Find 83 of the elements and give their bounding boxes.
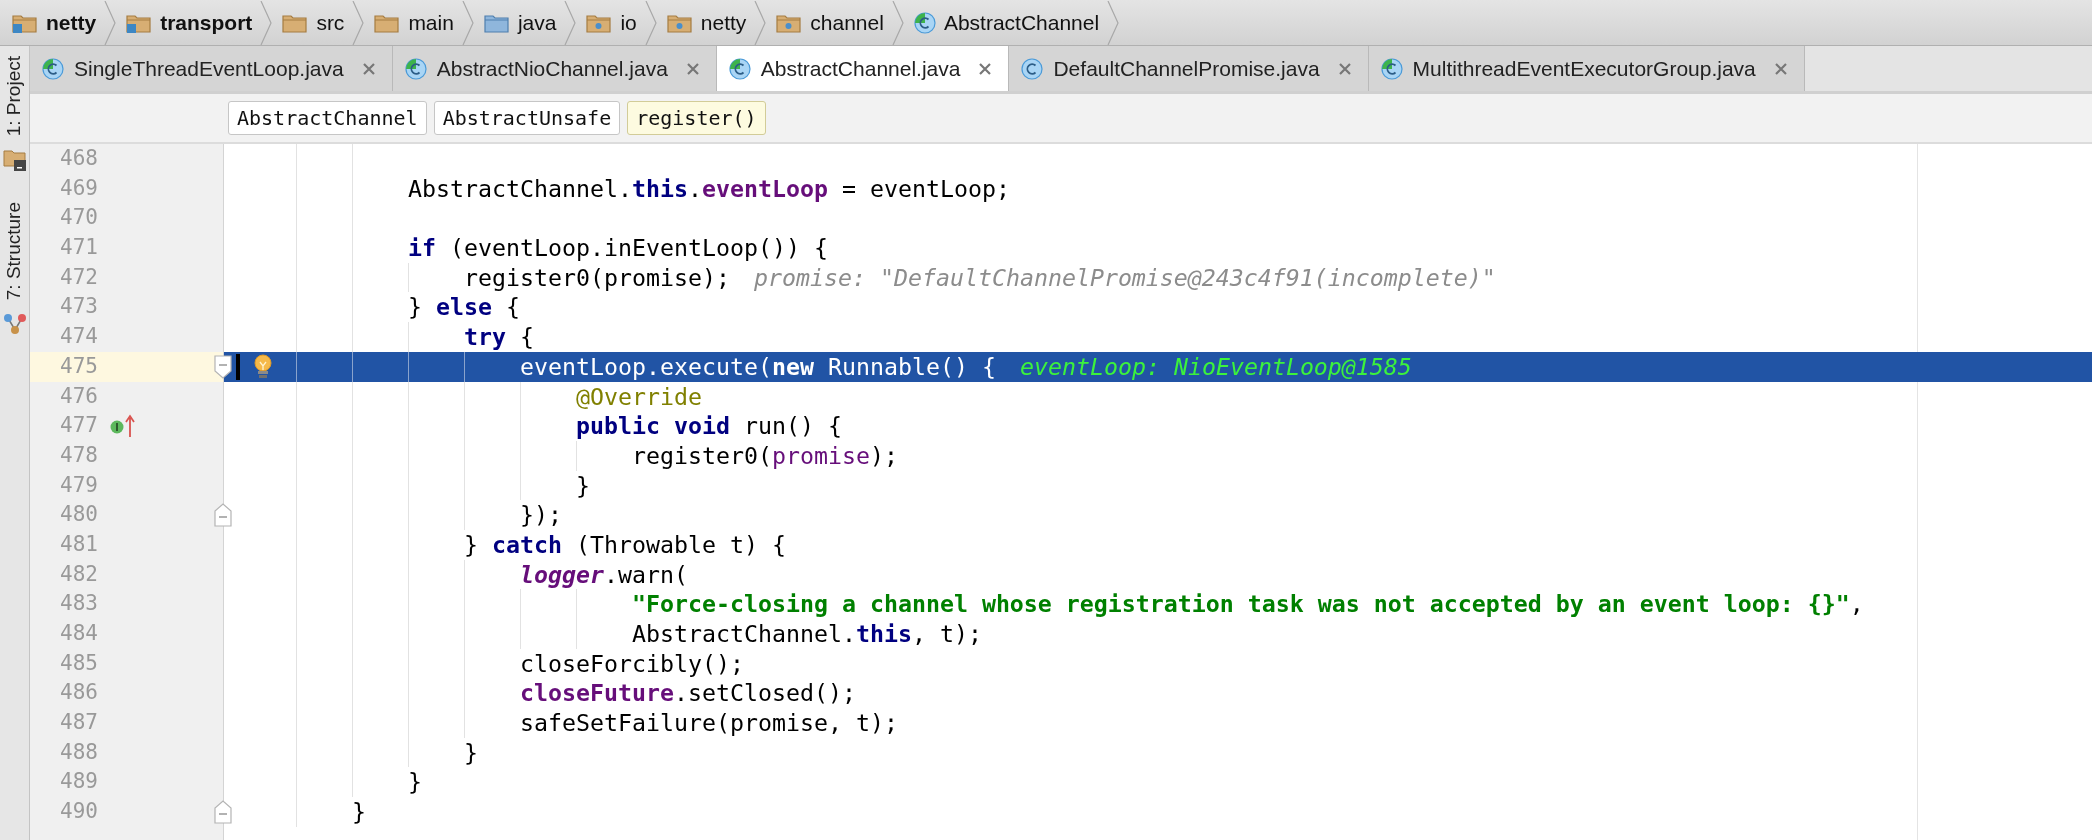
- line-number: 482: [59, 560, 98, 588]
- line-number: 489: [59, 768, 98, 796]
- line-number: 488: [59, 738, 98, 766]
- close-icon[interactable]: [685, 61, 700, 76]
- editor-tab[interactable]: AbstractChannel.java: [716, 46, 1010, 91]
- close-icon[interactable]: [978, 61, 993, 76]
- breadcrumb-item[interactable]: main: [370, 6, 458, 39]
- tool-window-button[interactable]: 7: Structure: [0, 202, 29, 301]
- line-number: 479: [59, 471, 98, 499]
- class-icon: [913, 11, 936, 34]
- breadcrumb-item[interactable]: AbstractChannel: [909, 6, 1104, 39]
- line-number: 483: [59, 590, 98, 618]
- code-line: });: [519, 500, 562, 530]
- breadcrumb-item[interactable]: netty: [8, 6, 101, 39]
- code-line: eventLoop.execute(new Runnable() {: [519, 351, 996, 382]
- code-line: }: [463, 737, 478, 768]
- code-line: "Force-closing a channel whose registration task was not accepted by an event loop: {}",: [631, 589, 1864, 619]
- line-number: 468: [59, 145, 98, 172]
- line-number: 471: [59, 234, 98, 262]
- class-icon: [42, 57, 64, 80]
- breadcrumb-item[interactable]: src: [278, 6, 349, 39]
- line-number: 490: [59, 798, 98, 826]
- inline-value-hint: promise: "DefaultChannelPromise@243c4f91(incomplete)": [753, 262, 1496, 293]
- structure-path-button[interactable]: AbstractUnsafe: [433, 101, 621, 135]
- line-number: 476: [59, 382, 98, 410]
- code-line: closeFuture.setClosed();: [519, 678, 856, 709]
- lightbulb-icon[interactable]: [252, 353, 274, 380]
- breadcrumb-item[interactable]: transport: [122, 6, 257, 39]
- structure-path-button[interactable]: AbstractChannel: [228, 101, 427, 135]
- class-icon: [1021, 57, 1044, 80]
- fold-marker-icon[interactable]: [214, 503, 232, 528]
- code-line: AbstractChannel.this.eventLoop = eventLoop;: [408, 173, 1010, 204]
- code-line: } else {: [408, 292, 520, 323]
- code-line: closeForcibly();: [519, 648, 744, 679]
- line-number: 475: [59, 352, 98, 380]
- code-line: try {: [463, 322, 534, 352]
- editor-tab[interactable]: AbstractNioChannel.java: [392, 46, 717, 91]
- code-line: } catch (Throwable t) {: [463, 529, 786, 560]
- inline-value-hint: eventLoop: NioEventLoop@1585: [1019, 351, 1412, 382]
- breadcrumb-item[interactable]: java: [479, 6, 561, 39]
- code-line: safeSetFailure(promise, t);: [519, 708, 898, 738]
- breadcrumb-item[interactable]: io: [582, 6, 641, 39]
- code-line: @Override: [575, 381, 702, 412]
- code-line: logger.warn(: [519, 559, 688, 590]
- close-icon[interactable]: [1337, 61, 1352, 76]
- implementation-marker-icon[interactable]: [110, 414, 136, 439]
- line-number: 484: [59, 620, 98, 647]
- code-line: register0(promise);: [463, 262, 730, 293]
- class-icon: [404, 57, 427, 80]
- editor-tab[interactable]: DefaultChannelPromise.java: [1009, 46, 1369, 91]
- line-number: 486: [59, 679, 98, 707]
- code-line: }: [408, 767, 422, 798]
- editor-tab[interactable]: MultithreadEventExecutorGroup.java: [1368, 46, 1805, 91]
- line-number: 472: [59, 263, 98, 291]
- code-line: }: [575, 470, 590, 501]
- folder-icon: [2, 148, 27, 173]
- fold-marker-icon[interactable]: [214, 800, 232, 825]
- close-icon[interactable]: [1773, 61, 1788, 76]
- close-icon[interactable]: [361, 61, 376, 76]
- line-number: 473: [59, 293, 98, 321]
- code-line: if (eventLoop.inEventLoop()) {: [408, 233, 828, 263]
- line-number: 485: [59, 649, 98, 677]
- line-number: 477: [59, 412, 98, 440]
- fold-marker-icon[interactable]: [214, 354, 232, 379]
- editor-tab[interactable]: SingleThreadEventLoop.java: [30, 46, 393, 91]
- structure-path-button[interactable]: register(): [627, 101, 766, 135]
- line-number: 480: [59, 501, 98, 529]
- line-number: 469: [59, 174, 98, 202]
- code-line: public void run() {: [575, 411, 842, 441]
- code-line: register0(promise);: [631, 440, 898, 471]
- class-icon: [1380, 57, 1403, 80]
- line-number: 481: [59, 530, 98, 558]
- breadcrumb-item[interactable]: netty: [662, 6, 751, 39]
- code-line: AbstractChannel.this, t);: [631, 619, 982, 649]
- code-line: }: [352, 797, 366, 827]
- line-number: 487: [59, 709, 98, 737]
- breadcrumb-item[interactable]: channel: [772, 6, 888, 39]
- line-number: 478: [59, 441, 98, 469]
- class-icon: [728, 57, 751, 80]
- tool-window-button[interactable]: 1: Project: [0, 56, 29, 137]
- line-number: 470: [59, 204, 98, 232]
- hierarchy-icon: [2, 312, 27, 337]
- line-number: 474: [59, 323, 98, 351]
